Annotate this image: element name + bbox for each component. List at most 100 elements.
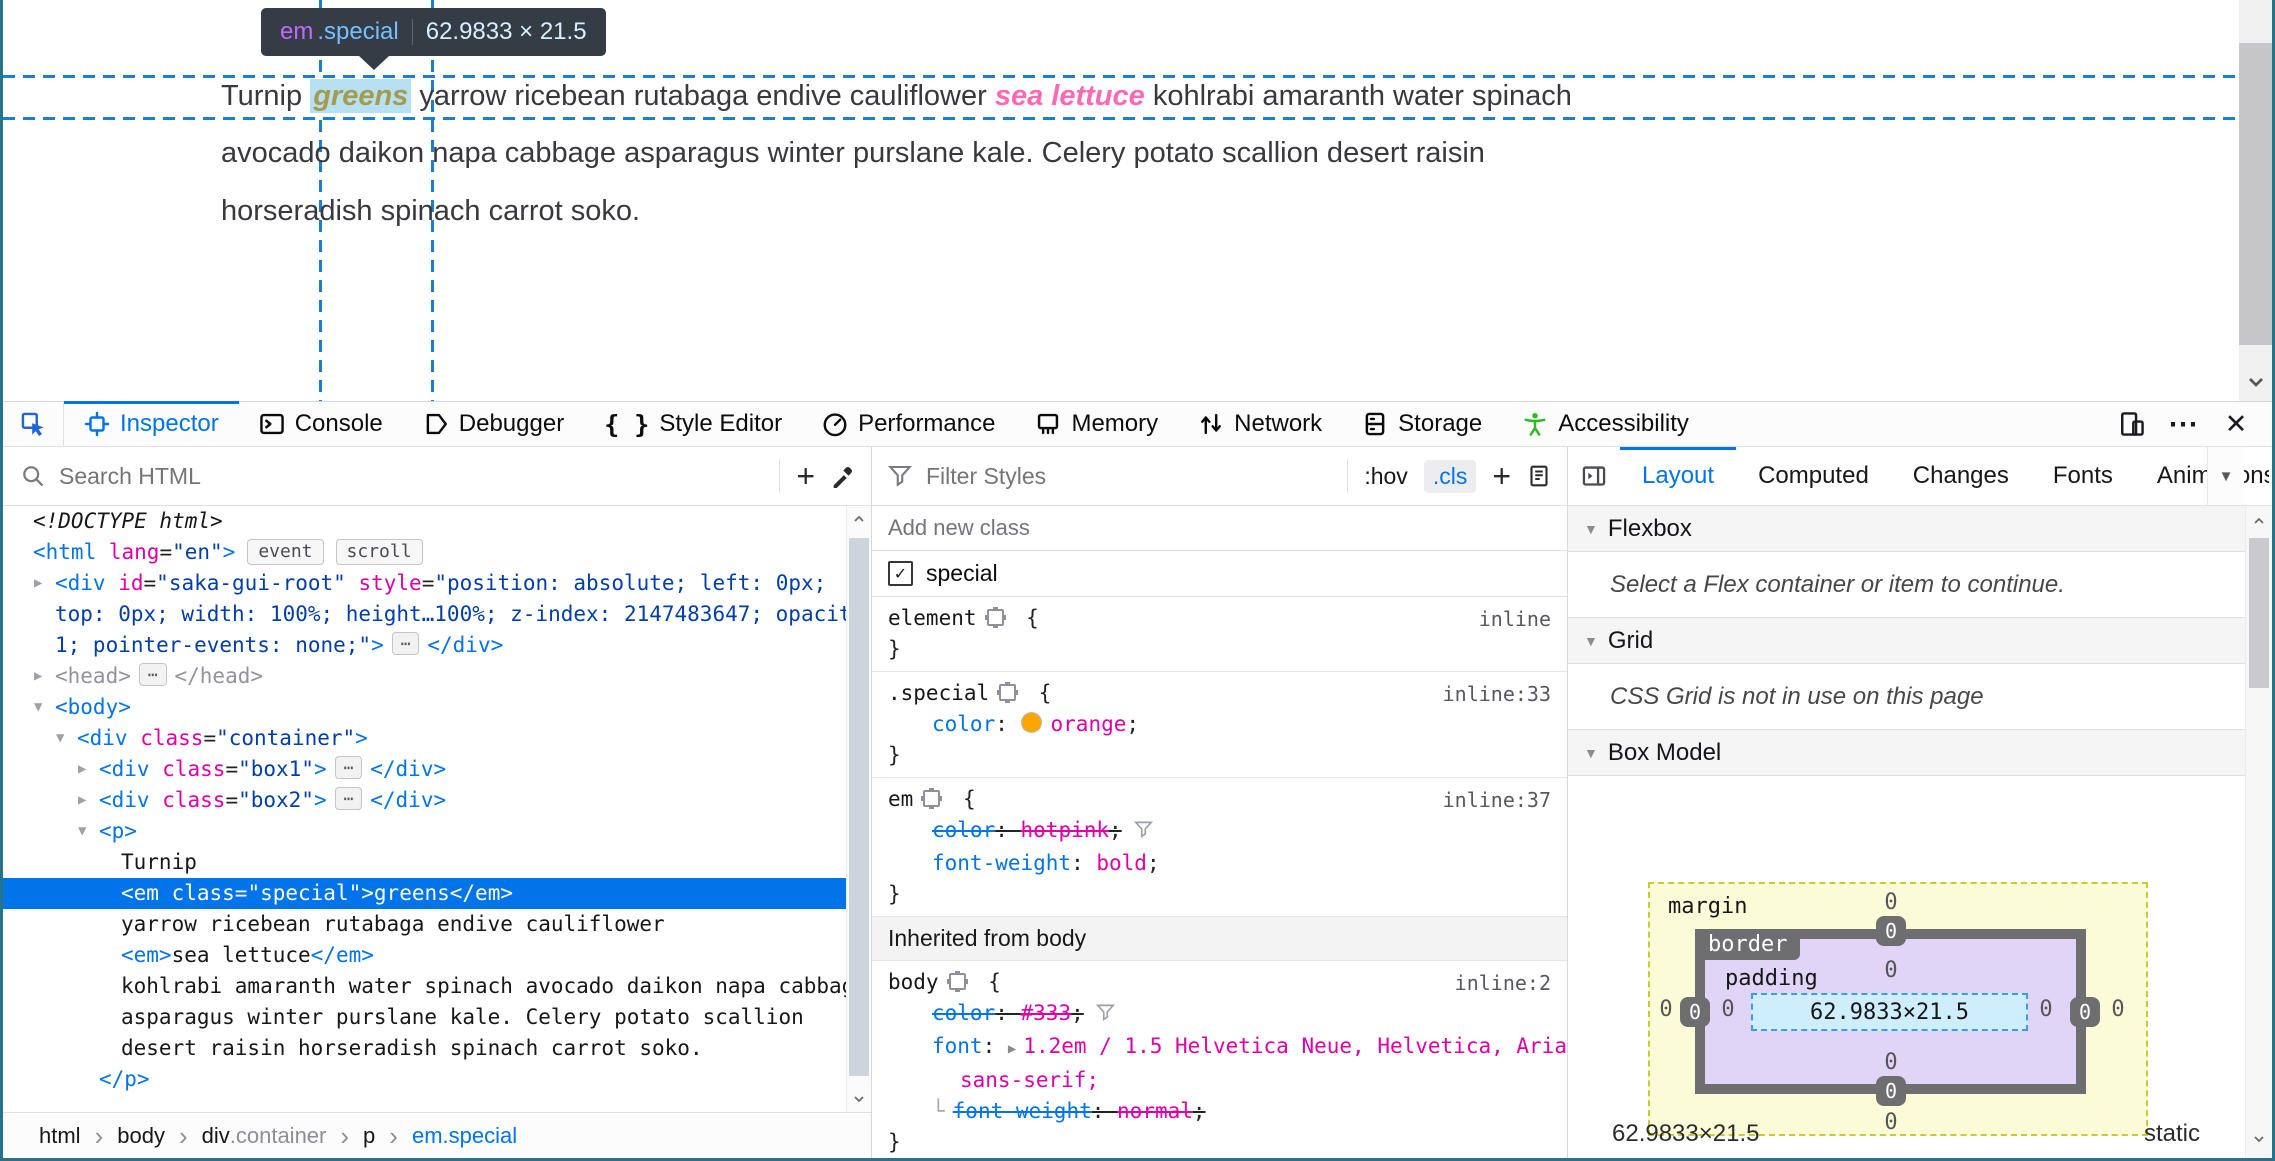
markup-row[interactable]: <html lang="en"> event scroll [3, 537, 847, 568]
eyedropper-button[interactable] [831, 464, 855, 488]
markup-row[interactable]: <!DOCTYPE html> [3, 506, 847, 537]
print-simulation-button[interactable] [1527, 464, 1551, 488]
class-panel-toggle[interactable]: .cls [1423, 459, 1477, 493]
grid-section-header[interactable]: ▼ Grid [1568, 618, 2246, 664]
filter-styles-input[interactable]: Filter Styles [926, 463, 1046, 490]
rule-source-link[interactable]: inline:33 [1443, 679, 1551, 710]
border-top-value[interactable]: 0 [1876, 916, 1906, 946]
page-scrollbar[interactable] [2239, 0, 2272, 401]
markup-row[interactable]: <em>sea lettuce</em> [3, 940, 847, 971]
markup-row[interactable]: ▶ <div class="box2"> ⋯ </div> [3, 785, 847, 816]
border-right-value[interactable]: 0 [2070, 997, 2100, 1027]
twisty-collapsed-icon[interactable]: ▶ [78, 785, 86, 816]
padding-left-value[interactable]: 0 [1708, 997, 1748, 1022]
twisty-expanded-icon[interactable]: ▼ [34, 692, 42, 723]
breadcrumb-item[interactable]: p [363, 1123, 375, 1149]
scroll-up-icon[interactable] [2246, 508, 2272, 534]
box-model-section-header[interactable]: ▼ Box Model [1568, 730, 2246, 776]
layout-scrollbar[interactable] [2245, 506, 2272, 1158]
search-input[interactable]: Search HTML [59, 463, 201, 490]
tab-changes[interactable]: Changes [1891, 447, 2031, 505]
expand-icon[interactable]: ▶ [1008, 1041, 1016, 1057]
twisty-collapsed-icon[interactable]: ▶ [78, 754, 86, 785]
markup-row[interactable]: ▼ <body> [3, 692, 847, 723]
markup-scrollbar[interactable] [846, 506, 871, 1112]
all-tabs-menu-button[interactable]: ▼ [2207, 447, 2244, 505]
tab-fonts[interactable]: Fonts [2031, 447, 2135, 505]
pseudo-class-toggle[interactable]: :hov [1364, 463, 1407, 490]
padding-right-value[interactable]: 0 [2026, 997, 2066, 1022]
devtools-tab-performance[interactable]: Performance [802, 402, 1015, 446]
sidebar-toggle-button[interactable] [1568, 447, 1620, 505]
devtools-tab-console[interactable]: Console [239, 402, 403, 446]
margin-right-value[interactable]: 0 [2098, 997, 2138, 1022]
scroll-down-icon[interactable] [847, 1086, 871, 1112]
markup-row-selected[interactable]: <em class="special">greens</em> [3, 878, 847, 909]
markup-row[interactable]: </p> [3, 1064, 847, 1095]
close-button[interactable]: ✕ [2214, 402, 2258, 446]
dom-badge[interactable]: event [247, 539, 324, 565]
markup-row[interactable]: ▶ <head> ⋯ </head> [3, 661, 847, 692]
border-bottom-value[interactable]: 0 [1876, 1076, 1906, 1106]
devtools-tab-accessibility[interactable]: Accessibility [1502, 402, 1709, 446]
class-checkbox[interactable]: ✓ [888, 561, 913, 586]
markup-row[interactable]: yarrow ricebean rutabaga endive cauliflo… [3, 909, 847, 940]
breadcrumb-item[interactable]: body [117, 1123, 165, 1149]
tab-animations[interactable]: Animations [2135, 447, 2269, 505]
scroll-up-icon[interactable] [847, 506, 871, 532]
flexbox-section-header[interactable]: ▼ Flexbox [1568, 506, 2246, 552]
rule-source-link[interactable]: inline:37 [1443, 785, 1551, 816]
css-declaration[interactable]: font-weight: bold; [872, 848, 1567, 879]
markup-row[interactable]: ▼ <div class="container"> [3, 723, 847, 754]
pick-element-button[interactable] [3, 402, 64, 446]
twisty-collapsed-icon[interactable]: ▶ [34, 568, 42, 599]
markup-row[interactable]: ▼ <p> [3, 816, 847, 847]
css-declaration[interactable]: sans-serif; [872, 1065, 1567, 1096]
collapsed-children-badge[interactable]: ⋯ [334, 787, 363, 810]
add-rule-button[interactable]: + [1492, 458, 1511, 495]
rule-source-link[interactable]: inline [1479, 604, 1551, 635]
markup-row[interactable]: ▶ <div class="box1"> ⋯ </div> [3, 754, 847, 785]
meatball-menu-button[interactable]: ⋯ [2162, 402, 2206, 446]
markup-row[interactable]: ▶ <div id="saka-gui-root" style="position… [3, 568, 847, 661]
devtools-tab-network[interactable]: Network [1178, 402, 1342, 446]
selector-target-icon[interactable] [948, 973, 966, 990]
css-declaration[interactable]: color: #333; [872, 998, 1567, 1031]
breadcrumb-item[interactable]: html [39, 1123, 81, 1149]
breadcrumb-item[interactable]: div [202, 1123, 230, 1149]
devtools-tab-style-editor[interactable]: { } Style Editor [584, 402, 802, 446]
css-declaration[interactable]: └ font-weight: normal; [872, 1096, 1567, 1127]
devtools-tab-memory[interactable]: Memory [1015, 402, 1178, 446]
scroll-down-icon[interactable] [2239, 367, 2272, 397]
color-swatch[interactable] [1020, 712, 1042, 733]
css-declaration[interactable]: color: hotpink; [872, 815, 1567, 848]
page-scrollbar-thumb[interactable] [2239, 43, 2272, 345]
tab-layout[interactable]: Layout [1620, 447, 1737, 505]
twisty-expanded-icon[interactable]: ▼ [56, 723, 64, 754]
selector-target-icon[interactable] [986, 609, 1004, 626]
padding-top-value[interactable]: 0 [1871, 958, 1911, 983]
devtools-tab-inspector[interactable]: Inspector [64, 401, 239, 446]
box-model-content[interactable]: 62.9833×21.5 [1751, 993, 2028, 1031]
box-model-diagram[interactable]: margin border padding 62.9833×21.5 0 0 0… [1648, 882, 2148, 1136]
twisty-collapsed-icon[interactable]: ▶ [34, 661, 42, 692]
add-class-input[interactable]: Add new class [872, 506, 1567, 551]
filter-property-icon[interactable] [1133, 817, 1153, 848]
margin-top-value[interactable]: 0 [1871, 890, 1911, 915]
scroll-down-icon[interactable] [2246, 1126, 2272, 1152]
markup-scrollbar-thumb[interactable] [849, 538, 869, 1076]
rule-source-link[interactable]: inline:2 [1455, 968, 1551, 999]
twisty-expanded-icon[interactable]: ▼ [78, 816, 86, 847]
markup-row[interactable]: Turnip [3, 847, 847, 878]
collapsed-children-badge[interactable]: ⋯ [391, 632, 420, 655]
dom-badge[interactable]: scroll [335, 539, 423, 565]
tab-computed[interactable]: Computed [1736, 447, 1891, 505]
css-declaration[interactable]: color: orange; [872, 709, 1567, 740]
breadcrumb-item[interactable]: .container [230, 1123, 327, 1149]
padding-bottom-value[interactable]: 0 [1871, 1050, 1911, 1075]
add-node-button[interactable]: + [796, 458, 815, 495]
selector-target-icon[interactable] [999, 684, 1017, 701]
css-declaration[interactable]: font: ▶ 1.2em / 1.5 Helvetica Neue, Helve… [872, 1031, 1567, 1065]
filter-property-icon[interactable] [1095, 1000, 1115, 1031]
collapsed-children-badge[interactable]: ⋯ [138, 663, 167, 686]
